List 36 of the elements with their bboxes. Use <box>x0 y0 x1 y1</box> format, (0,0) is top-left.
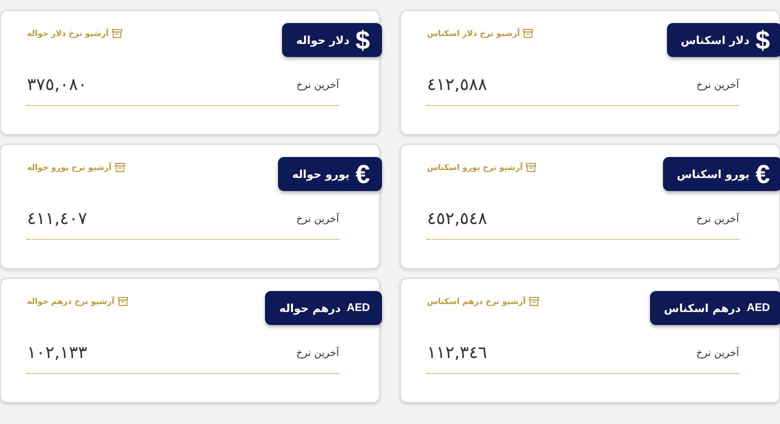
archive-box-icon <box>114 163 125 172</box>
archive-box-icon <box>528 297 539 306</box>
rate-value: ٤١٢,٥٨٨ <box>427 75 488 95</box>
latest-rate-label: آخرین نرخ <box>696 348 739 358</box>
rate-value: ١٠٢,١٣٣ <box>27 343 88 363</box>
archive-link[interactable]: آرشیو نرخ درهم حواله <box>27 297 128 306</box>
archive-link[interactable]: آرشیو نرخ یورو حواله <box>27 163 125 172</box>
latest-rate-label: آخرین نرخ <box>296 214 339 224</box>
currency-title: درهم اسکناس <box>664 302 741 314</box>
currency-title: یورو اسکناس <box>676 168 750 180</box>
rate-value: ٤٥٢,٥٤٨ <box>427 209 488 229</box>
rate-value: ١١٢,٣٤٦ <box>427 343 488 363</box>
rate-value: ٣٧٥,٠٨٠ <box>27 75 88 95</box>
currency-symbol: € <box>756 158 770 190</box>
currency-title: دلار اسکناس <box>680 34 750 46</box>
archive-box-icon <box>526 163 536 172</box>
currency-symbol: AED <box>346 302 370 314</box>
archive-link[interactable]: آرشیو نرخ دلار حواله <box>27 29 122 38</box>
currency-symbol: $ <box>756 24 770 56</box>
currency-title: درهم حواله <box>279 302 341 314</box>
currency-symbol: $ <box>356 24 370 56</box>
archive-link[interactable]: آرشیو نرخ درهم اسکناس <box>427 297 539 306</box>
currency-title: یورو حواله <box>292 168 350 180</box>
rate-value: ٤١١,٤٠٧ <box>27 209 88 229</box>
latest-rate-label: آخرین نرخ <box>296 348 339 358</box>
latest-rate-label: آخرین نرخ <box>296 80 339 90</box>
currency-symbol: € <box>356 158 370 190</box>
latest-rate-label: آخرین نرخ <box>696 214 739 224</box>
archive-box-icon <box>118 297 128 306</box>
latest-rate-label: آخرین نرخ <box>696 80 739 90</box>
archive-box-icon <box>522 29 533 38</box>
currency-title: دلار حواله <box>296 34 350 46</box>
archive-link[interactable]: آرشیو نرخ دلار اسکناس <box>427 29 533 38</box>
archive-box-icon <box>112 29 122 38</box>
currency-symbol: AED <box>746 302 770 314</box>
archive-link[interactable]: آرشیو نرخ یورو اسکناس <box>427 163 536 172</box>
